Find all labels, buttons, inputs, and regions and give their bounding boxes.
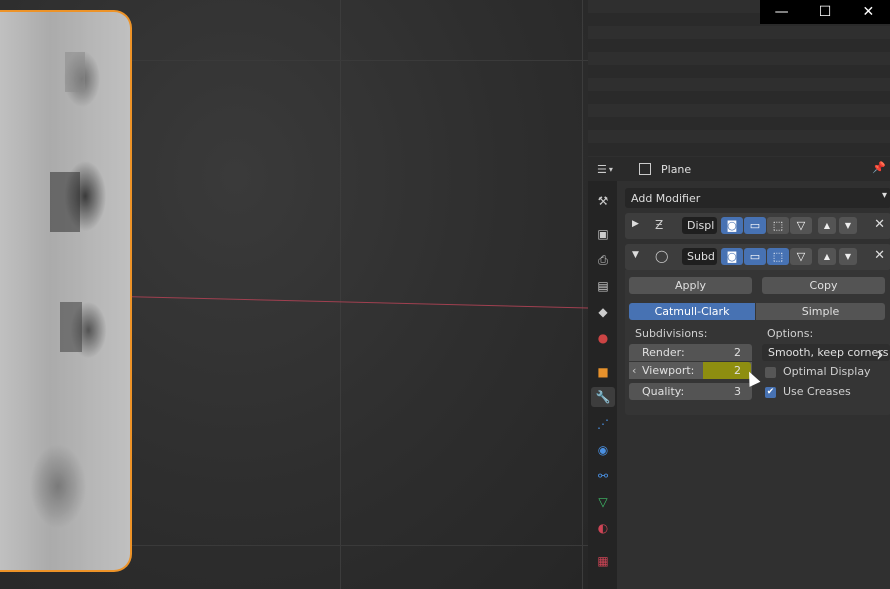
viewport-value: 2 [734,364,741,377]
x-axis-line [119,296,588,309]
object-name: Plane [661,162,692,176]
mesh-detail [65,52,85,92]
move-up-icon[interactable]: ▲ [818,248,836,265]
options-label: Options: [767,327,814,340]
apply-button[interactable]: Apply [629,277,752,294]
simple-option[interactable]: Simple [756,303,885,320]
tool-tab-icon[interactable]: ⚒ [593,191,613,211]
properties-icon: ☰ [597,162,607,176]
object-tab-icon[interactable]: ■ [593,362,613,382]
decrement-arrow-icon[interactable]: ‹ [632,362,636,379]
quality-label: Quality: [642,385,685,398]
close-button[interactable]: ✕ [847,0,890,24]
particles-tab-icon[interactable]: ⋰ [593,414,613,434]
grid-line [582,0,583,589]
displace-icon: Ƶ [655,218,664,232]
modifier-name-field[interactable]: Displ [682,217,717,234]
properties-editor: ☰ ▾ Plane 📌 ⚒ ▣ ⎙ ▤ ◆ ● ■ 🔧 ⋰ ◉ ⚯ ▽ ◐ ▦ A… [588,157,890,589]
chevron-right-icon[interactable]: › [876,342,884,366]
texture-tab-icon[interactable]: ▦ [593,551,613,571]
output-tab-icon[interactable]: ⎙ [593,250,613,270]
chevron-down-icon: ▾ [881,190,887,201]
catmull-clark-option[interactable]: Catmull-Clark [629,303,755,320]
pin-icon[interactable]: 📌 [872,161,886,174]
viewport-levels-field[interactable]: ‹ Viewport: 2 [629,362,752,379]
viewport-label: Viewport: [642,364,695,377]
modifier-name-field[interactable]: Subd [682,248,717,265]
move-up-icon[interactable]: ▲ [818,217,836,234]
render-toggle-icon[interactable]: ◙ [721,217,743,234]
modifier-displace: ▶ Ƶ Displ ◙ ▭ ⬚ ▽ ▲ ▼ ✕ [625,213,890,239]
render-toggle-icon[interactable]: ◙ [721,248,743,265]
properties-tabs: ⚒ ▣ ⎙ ▤ ◆ ● ■ 🔧 ⋰ ◉ ⚯ ▽ ◐ ▦ [588,181,617,589]
move-down-icon[interactable]: ▼ [839,217,857,234]
viewport-toggle-icon[interactable]: ▭ [744,217,766,234]
add-modifier-label: Add Modifier [631,191,701,205]
render-label: Render: [642,346,685,359]
modifier-subdivision: ▼ ◯ Subd ◙ ▭ ⬚ ▽ ▲ ▼ ✕ [625,244,890,270]
quality-value: 3 [734,385,741,398]
cage-toggle-icon[interactable]: ▽ [790,248,812,265]
render-levels-field[interactable]: Render: 2 [629,344,752,361]
optimal-display-checkbox[interactable] [765,367,776,378]
properties-header: ☰ ▾ Plane 📌 [588,157,890,181]
viewport-toggle-icon[interactable]: ▭ [744,248,766,265]
expand-arrow-icon[interactable]: ▶ [632,219,639,229]
remove-modifier-icon[interactable]: ✕ [874,248,885,263]
physics-tab-icon[interactable]: ◉ [593,440,613,460]
selected-mesh-object[interactable] [0,10,132,572]
uv-smooth-dropdown[interactable]: Smooth, keep corners [762,344,890,361]
remove-modifier-icon[interactable]: ✕ [874,217,885,232]
outliner-area: — ☐ ✕ [588,0,890,157]
copy-button[interactable]: Copy [762,277,885,294]
chevron-down-icon: ▾ [608,164,613,174]
editmode-toggle-icon[interactable]: ⬚ [767,217,789,234]
view-layer-tab-icon[interactable]: ▤ [593,276,613,296]
use-creases-checkbox[interactable]: ✔ [765,387,776,398]
object-icon [639,163,651,175]
subdivisions-label: Subdivisions: [635,327,708,340]
scene-tab-icon[interactable]: ◆ [593,302,613,322]
window-controls: — ☐ ✕ [760,0,890,24]
modifier-tab-icon[interactable]: 🔧 [591,387,615,407]
use-creases-label: Use Creases [783,385,851,398]
3d-viewport[interactable] [0,0,588,589]
render-tab-icon[interactable]: ▣ [593,224,613,244]
cage-toggle-icon[interactable]: ▽ [790,217,812,234]
quality-field[interactable]: Quality: 3 [629,383,752,400]
render-value: 2 [734,346,741,359]
editor-type-dropdown[interactable]: ☰ ▾ [597,160,627,178]
material-tab-icon[interactable]: ◐ [593,518,613,538]
editmode-toggle-icon[interactable]: ⬚ [767,248,789,265]
mesh-detail [60,302,82,352]
move-down-icon[interactable]: ▼ [839,248,857,265]
collapse-arrow-icon[interactable]: ▼ [632,250,639,260]
uv-smooth-value: Smooth, keep corners [768,346,889,359]
constraints-tab-icon[interactable]: ⚯ [593,466,613,486]
optimal-display-label: Optimal Display [783,365,871,378]
subdivision-icon: ◯ [655,249,669,263]
maximize-button[interactable]: ☐ [803,0,846,24]
minimize-button[interactable]: — [760,0,803,24]
grid-line [340,0,341,589]
world-tab-icon[interactable]: ● [593,328,613,348]
mesh-detail [50,172,80,232]
subdivision-panel: Apply Copy Catmull-Clark Simple Subdivis… [625,270,890,415]
add-modifier-dropdown[interactable]: Add Modifier ▾ [625,188,890,208]
data-tab-icon[interactable]: ▽ [593,492,613,512]
